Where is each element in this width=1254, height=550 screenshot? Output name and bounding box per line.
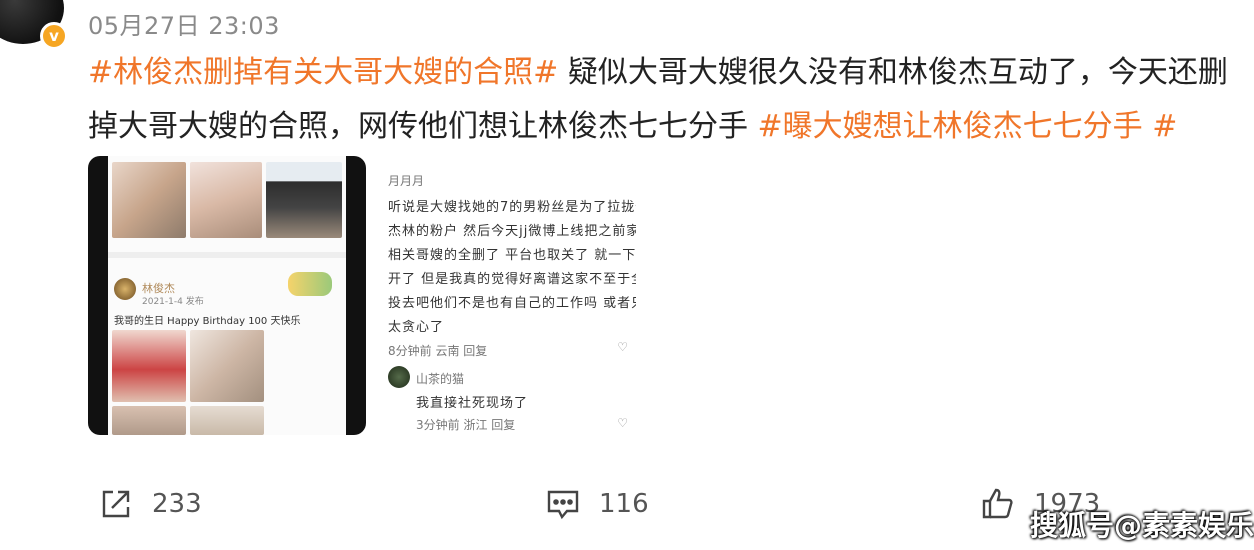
phone-screenshot: 林俊杰 2021-1-4 发布 我哥的生日 Happy Birthday 100…: [108, 156, 346, 435]
comment-line: 开了 但是我真的觉得好离谱这家不至于全: [388, 272, 636, 287]
post-text: #林俊杰删掉有关大哥大嫂的合照# 疑似大哥大嫂很久没有和林俊杰互动了，今天还删掉…: [88, 46, 1228, 154]
photo-thumbnail: [112, 162, 186, 238]
comment-line: 太贪心了: [388, 320, 445, 335]
share-button[interactable]: 233: [98, 484, 202, 524]
heart-icon[interactable]: ♡: [617, 416, 628, 430]
photo-thumbnail: [190, 330, 264, 402]
share-count: 233: [152, 489, 202, 519]
comment-meta: 8分钟前 云南 回复: [388, 344, 488, 358]
reply-avatar[interactable]: [388, 366, 410, 388]
hashtag-link[interactable]: #曝大嫂想让林俊杰七七分手 #: [758, 109, 1178, 144]
comment-count: 116: [599, 489, 649, 519]
comment-icon: [545, 486, 581, 522]
verified-badge-icon: v: [40, 22, 68, 50]
photo-thumbnail: [190, 406, 264, 435]
comment-button[interactable]: 116: [545, 484, 649, 524]
comment-text: 我哥的生日 Happy Birthday 100 天快乐: [114, 316, 301, 327]
reply-name[interactable]: 山茶的猫: [416, 370, 464, 387]
hashtag-link[interactable]: #林俊杰删掉有关大哥大嫂的合照#: [88, 55, 558, 90]
comment-meta: 2021-1-4 发布: [142, 297, 204, 307]
photo-thumbnail: [112, 330, 186, 402]
share-icon: [98, 486, 134, 522]
commenter-avatar[interactable]: [114, 278, 136, 300]
photo-thumbnail: [190, 162, 262, 238]
reply-meta: 3分钟前 浙江 回复: [416, 418, 516, 432]
reply-text: 我直接社死现场了: [416, 396, 529, 411]
post-image-right[interactable]: 月月月 听说是大嫂找她的7的男粉丝是为了拉拢俊 杰林的粉户 然后今天jj微博上线…: [372, 160, 636, 435]
post-image-left[interactable]: 林俊杰 2021-1-4 发布 我哥的生日 Happy Birthday 100…: [88, 156, 366, 435]
comment-header: 月月月: [388, 174, 425, 188]
sticker-icon: [288, 272, 332, 296]
comment-line: 听说是大嫂找她的7的男粉丝是为了拉拢俊: [388, 200, 636, 215]
comment-line: 杰林的粉户 然后今天jj微博上线把之前家人: [388, 224, 636, 239]
photo-thumbnail: [266, 162, 342, 238]
watermark: 搜狐号@素素娱乐: [1030, 509, 1254, 542]
photo-thumbnail: [112, 406, 186, 435]
comment-line: 相关哥嫂的全删了 平台也取关了 就一下子: [388, 248, 636, 263]
post-timestamp[interactable]: 05月27日 23:03: [88, 6, 280, 41]
like-icon: [980, 486, 1016, 522]
divider: [108, 252, 346, 258]
heart-icon[interactable]: ♡: [617, 340, 628, 354]
comment-line: 投去吧他们不是也有自己的工作吗 或者只是: [388, 296, 636, 311]
